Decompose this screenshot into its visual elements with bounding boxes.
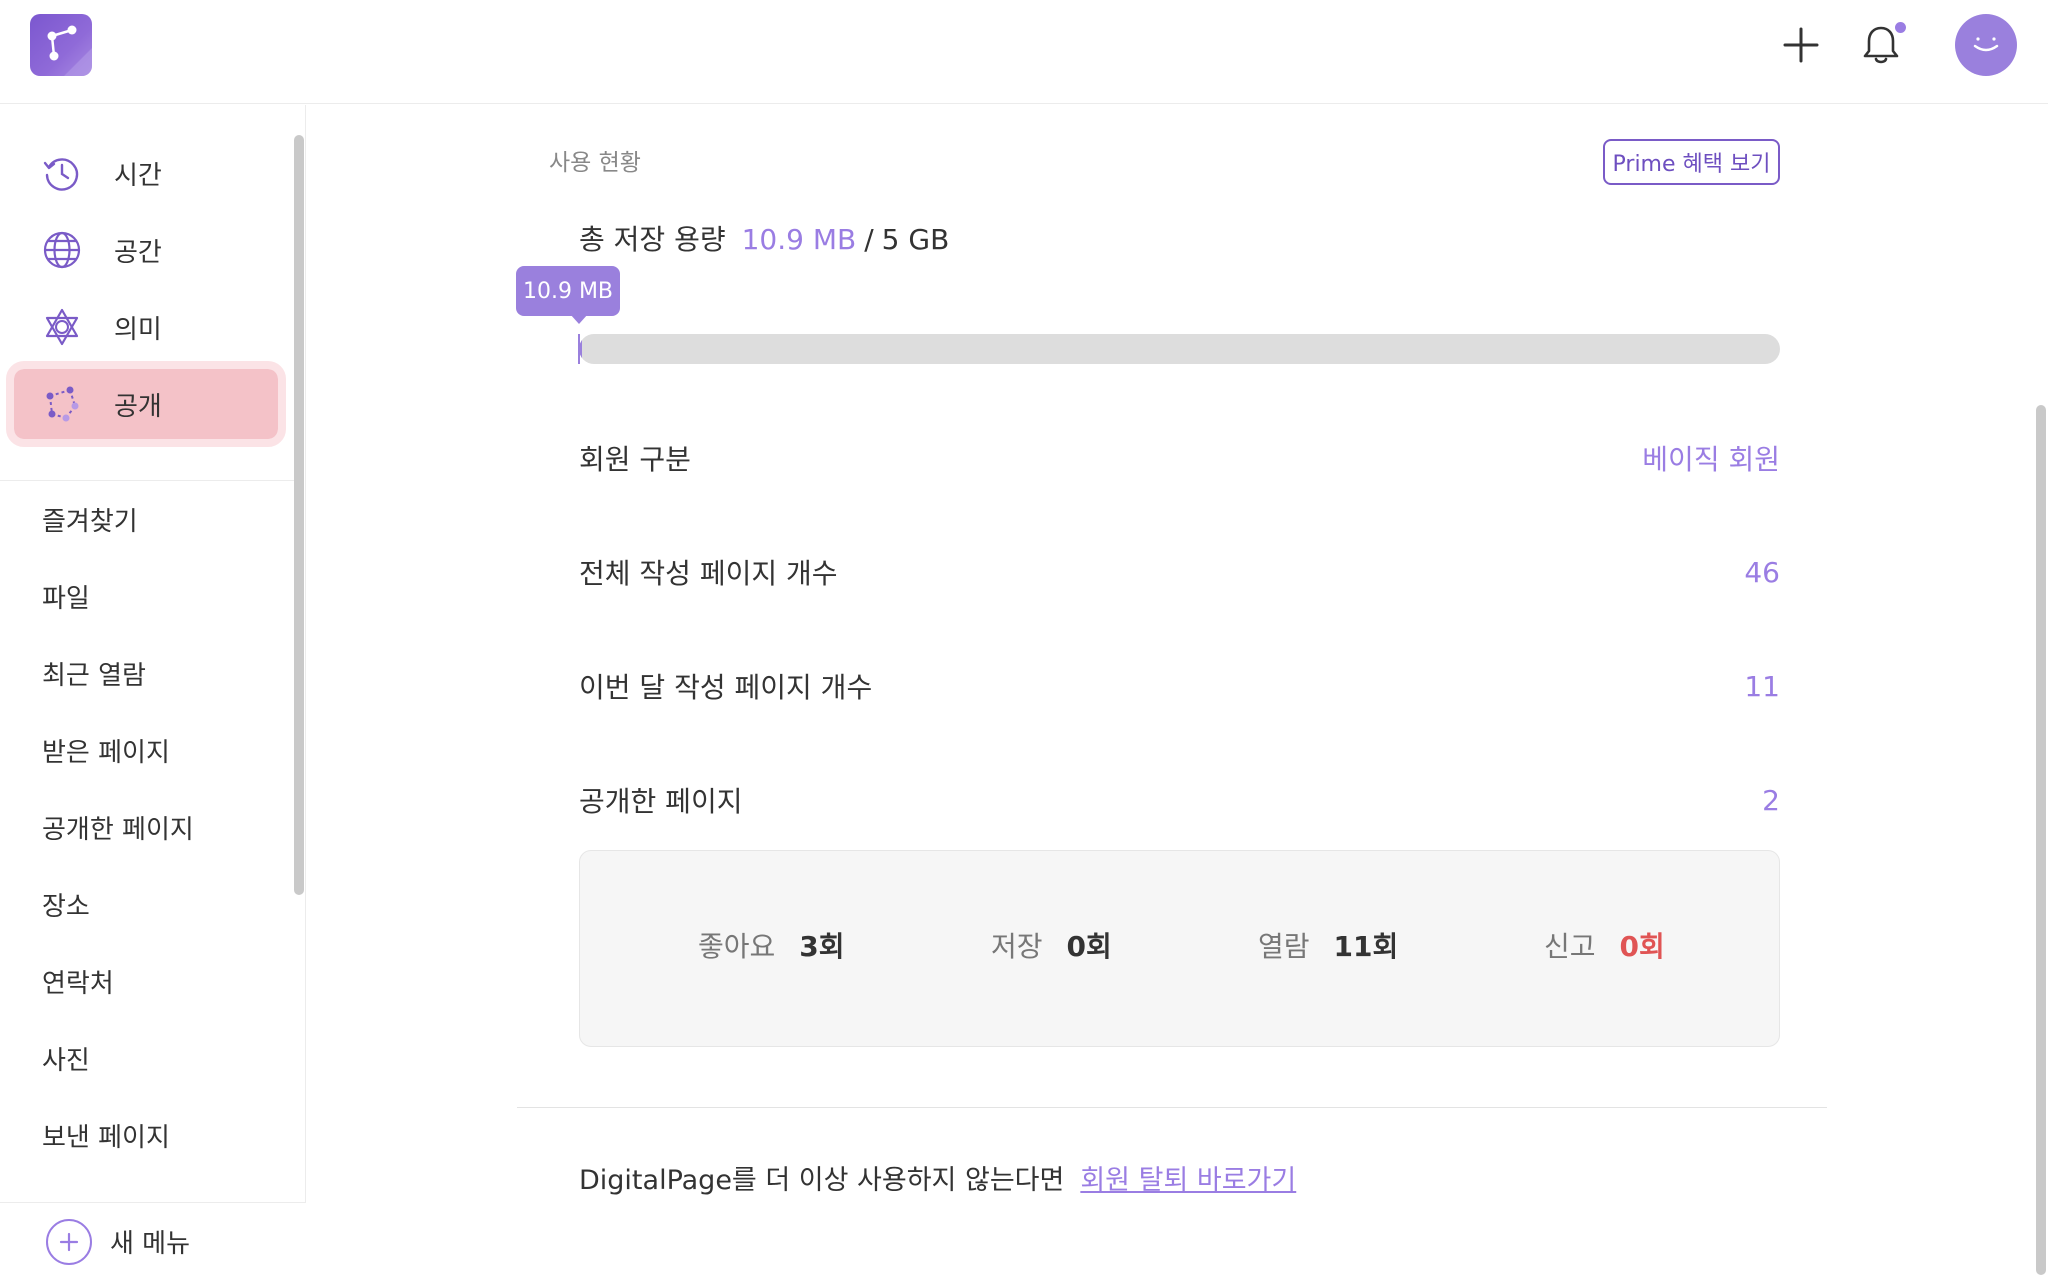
app-logo[interactable] xyxy=(30,14,92,76)
sidebar-menu-received[interactable]: 받은 페이지 xyxy=(42,732,170,769)
stat-value: 46 xyxy=(1744,555,1780,589)
top-bar xyxy=(0,0,2048,104)
tooltip-arrow xyxy=(570,314,588,324)
reaction-label: 신고 xyxy=(1544,930,1596,963)
hexagram-icon xyxy=(40,305,84,349)
globe-icon xyxy=(40,228,84,272)
sidebar-scrollbar[interactable] xyxy=(294,135,304,895)
prime-benefits-button[interactable]: Prime 혜택 보기 xyxy=(1603,139,1780,185)
share-nodes-icon xyxy=(47,25,92,76)
reaction-saves: 저장 0회 xyxy=(991,925,1112,965)
stat-row-membership: 회원 구분 베이직 회원 xyxy=(579,438,1780,478)
new-menu-button[interactable]: 새 메뉴 xyxy=(0,1202,306,1280)
plus-circle-icon xyxy=(46,1218,92,1265)
sidebar-item-space[interactable]: 공간 xyxy=(14,215,278,285)
reaction-value: 11회 xyxy=(1333,930,1399,963)
storage-label: 총 저장 용량 xyxy=(579,223,726,256)
stat-label: 이번 달 작성 페이지 개수 xyxy=(579,671,873,704)
sidebar-item-label: 공간 xyxy=(114,237,162,268)
bell-icon xyxy=(1863,26,1899,64)
reaction-label: 좋아요 xyxy=(698,930,776,963)
clock-history-icon xyxy=(40,151,84,195)
reaction-views: 열람 11회 xyxy=(1258,925,1398,965)
stat-label: 회원 구분 xyxy=(579,443,691,476)
reaction-value: 0회 xyxy=(1066,930,1112,963)
storage-separator: / xyxy=(864,223,874,256)
reaction-label: 열람 xyxy=(1258,930,1310,963)
section-title: 사용 현황 xyxy=(549,150,641,176)
new-menu-label: 새 메뉴 xyxy=(110,1229,191,1259)
stat-row-total-pages: 전체 작성 페이지 개수 46 xyxy=(579,552,1780,592)
sidebar-item-time[interactable]: 시간 xyxy=(14,138,278,208)
sidebar-menu-places[interactable]: 장소 xyxy=(42,886,90,923)
withdraw-text: DigitalPage를 더 이상 사용하지 않는다면 xyxy=(579,1165,1065,1196)
reaction-reports: 신고 0회 xyxy=(1544,925,1665,965)
share-nodes-icon xyxy=(40,382,84,426)
main-scrollbar[interactable] xyxy=(2036,405,2046,1275)
stat-row-public-pages: 공개한 페이지 2 xyxy=(579,780,1780,820)
withdraw-link[interactable]: 회원 탈퇴 바로가기 xyxy=(1080,1158,1296,1197)
stat-value: 11 xyxy=(1744,669,1780,703)
add-button[interactable] xyxy=(1778,18,1824,72)
reaction-value: 0회 xyxy=(1619,930,1665,963)
sidebar-menu-photos[interactable]: 사진 xyxy=(42,1040,90,1077)
smile-icon xyxy=(1973,37,1999,52)
sidebar-item-label: 의미 xyxy=(114,314,162,345)
withdraw-notice: DigitalPage를 더 이상 사용하지 않는다면 회원 탈퇴 바로가기 xyxy=(579,1158,1296,1197)
sidebar-menu-favorites[interactable]: 즐겨찾기 xyxy=(42,501,138,538)
storage-total: 5 GB xyxy=(881,223,950,256)
reaction-label: 저장 xyxy=(991,930,1043,963)
notification-dot xyxy=(1895,22,1906,33)
sidebar-item-label: 공개 xyxy=(114,391,162,422)
reaction-likes: 좋아요 3회 xyxy=(698,925,845,965)
sidebar: 시간 공간 의미 공개 즐겨찾기 파일 최근 열람 받은 페이지 공개한 페이지… xyxy=(0,105,306,1280)
sidebar-menu-recent[interactable]: 최근 열람 xyxy=(42,655,146,692)
stat-row-month-pages: 이번 달 작성 페이지 개수 11 xyxy=(579,666,1780,706)
sidebar-item-public[interactable]: 공개 xyxy=(6,361,286,447)
stat-value: 베이직 회원 xyxy=(1642,443,1780,476)
avatar[interactable] xyxy=(1955,14,2017,76)
reaction-stats-box: 좋아요 3회 저장 0회 열람 11회 신고 0회 xyxy=(579,850,1780,1047)
sidebar-divider xyxy=(0,480,294,481)
reaction-value: 3회 xyxy=(799,930,845,963)
sidebar-menu-files[interactable]: 파일 xyxy=(42,578,90,615)
storage-used: 10.9 MB xyxy=(741,223,857,256)
stat-value: 2 xyxy=(1762,783,1780,817)
section-divider xyxy=(517,1107,1827,1108)
storage-summary: 총 저장 용량 10.9 MB / 5 GB xyxy=(579,218,949,258)
sidebar-menu-sent[interactable]: 보낸 페이지 xyxy=(42,1117,170,1154)
sidebar-item-label: 시간 xyxy=(114,160,162,191)
storage-tooltip: 10.9 MB xyxy=(516,266,620,316)
storage-progress-bar xyxy=(579,334,1780,364)
sidebar-menu-published[interactable]: 공개한 페이지 xyxy=(42,809,194,846)
sidebar-item-meaning[interactable]: 의미 xyxy=(14,292,278,362)
stat-label: 전체 작성 페이지 개수 xyxy=(579,557,838,590)
storage-progress-marker xyxy=(578,334,580,364)
plus-icon xyxy=(1783,27,1819,63)
stat-label: 공개한 페이지 xyxy=(579,785,743,818)
sidebar-menu-contacts[interactable]: 연락처 xyxy=(42,963,114,1000)
